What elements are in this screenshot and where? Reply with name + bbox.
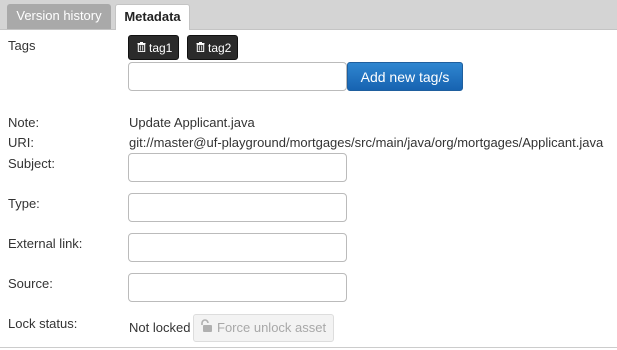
tag-label: tag1 <box>149 41 173 55</box>
force-unlock-button[interactable]: Force unlock asset <box>193 314 334 342</box>
tab-metadata[interactable]: Metadata <box>115 4 190 30</box>
note-label: Note: <box>8 115 40 130</box>
new-tag-input[interactable] <box>128 62 347 91</box>
tab-version-history[interactable]: Version history <box>7 4 111 29</box>
uri-label: URI: <box>8 135 34 150</box>
tag-label: tag2 <box>208 41 232 55</box>
uri-value: git://master@uf-playground/mortgages/src… <box>129 135 604 150</box>
force-unlock-label: Force unlock asset <box>217 320 327 335</box>
add-new-tag-button[interactable]: Add new tag/s <box>347 62 463 91</box>
tags-label: Tags <box>8 38 36 53</box>
trash-icon <box>196 36 205 61</box>
tag-button-tag2[interactable]: tag2 <box>187 35 239 61</box>
external-link-input[interactable] <box>128 233 347 262</box>
source-label: Source: <box>8 276 53 291</box>
lock-status-value: Not locked <box>129 320 191 335</box>
external-link-label: External link: <box>8 236 83 251</box>
tag-button-tag1[interactable]: tag1 <box>128 35 180 61</box>
unlock-icon <box>200 316 213 342</box>
subject-label: Subject: <box>8 156 55 171</box>
lock-status-label: Lock status: <box>8 316 78 331</box>
tab-bar: Version history Metadata <box>0 0 617 30</box>
subject-input[interactable] <box>128 153 347 182</box>
type-label: Type: <box>8 196 40 211</box>
type-input[interactable] <box>128 193 347 222</box>
source-input[interactable] <box>128 273 347 302</box>
trash-icon <box>137 36 146 61</box>
note-value: Update Applicant.java <box>129 115 255 130</box>
bottom-divider <box>0 347 617 348</box>
